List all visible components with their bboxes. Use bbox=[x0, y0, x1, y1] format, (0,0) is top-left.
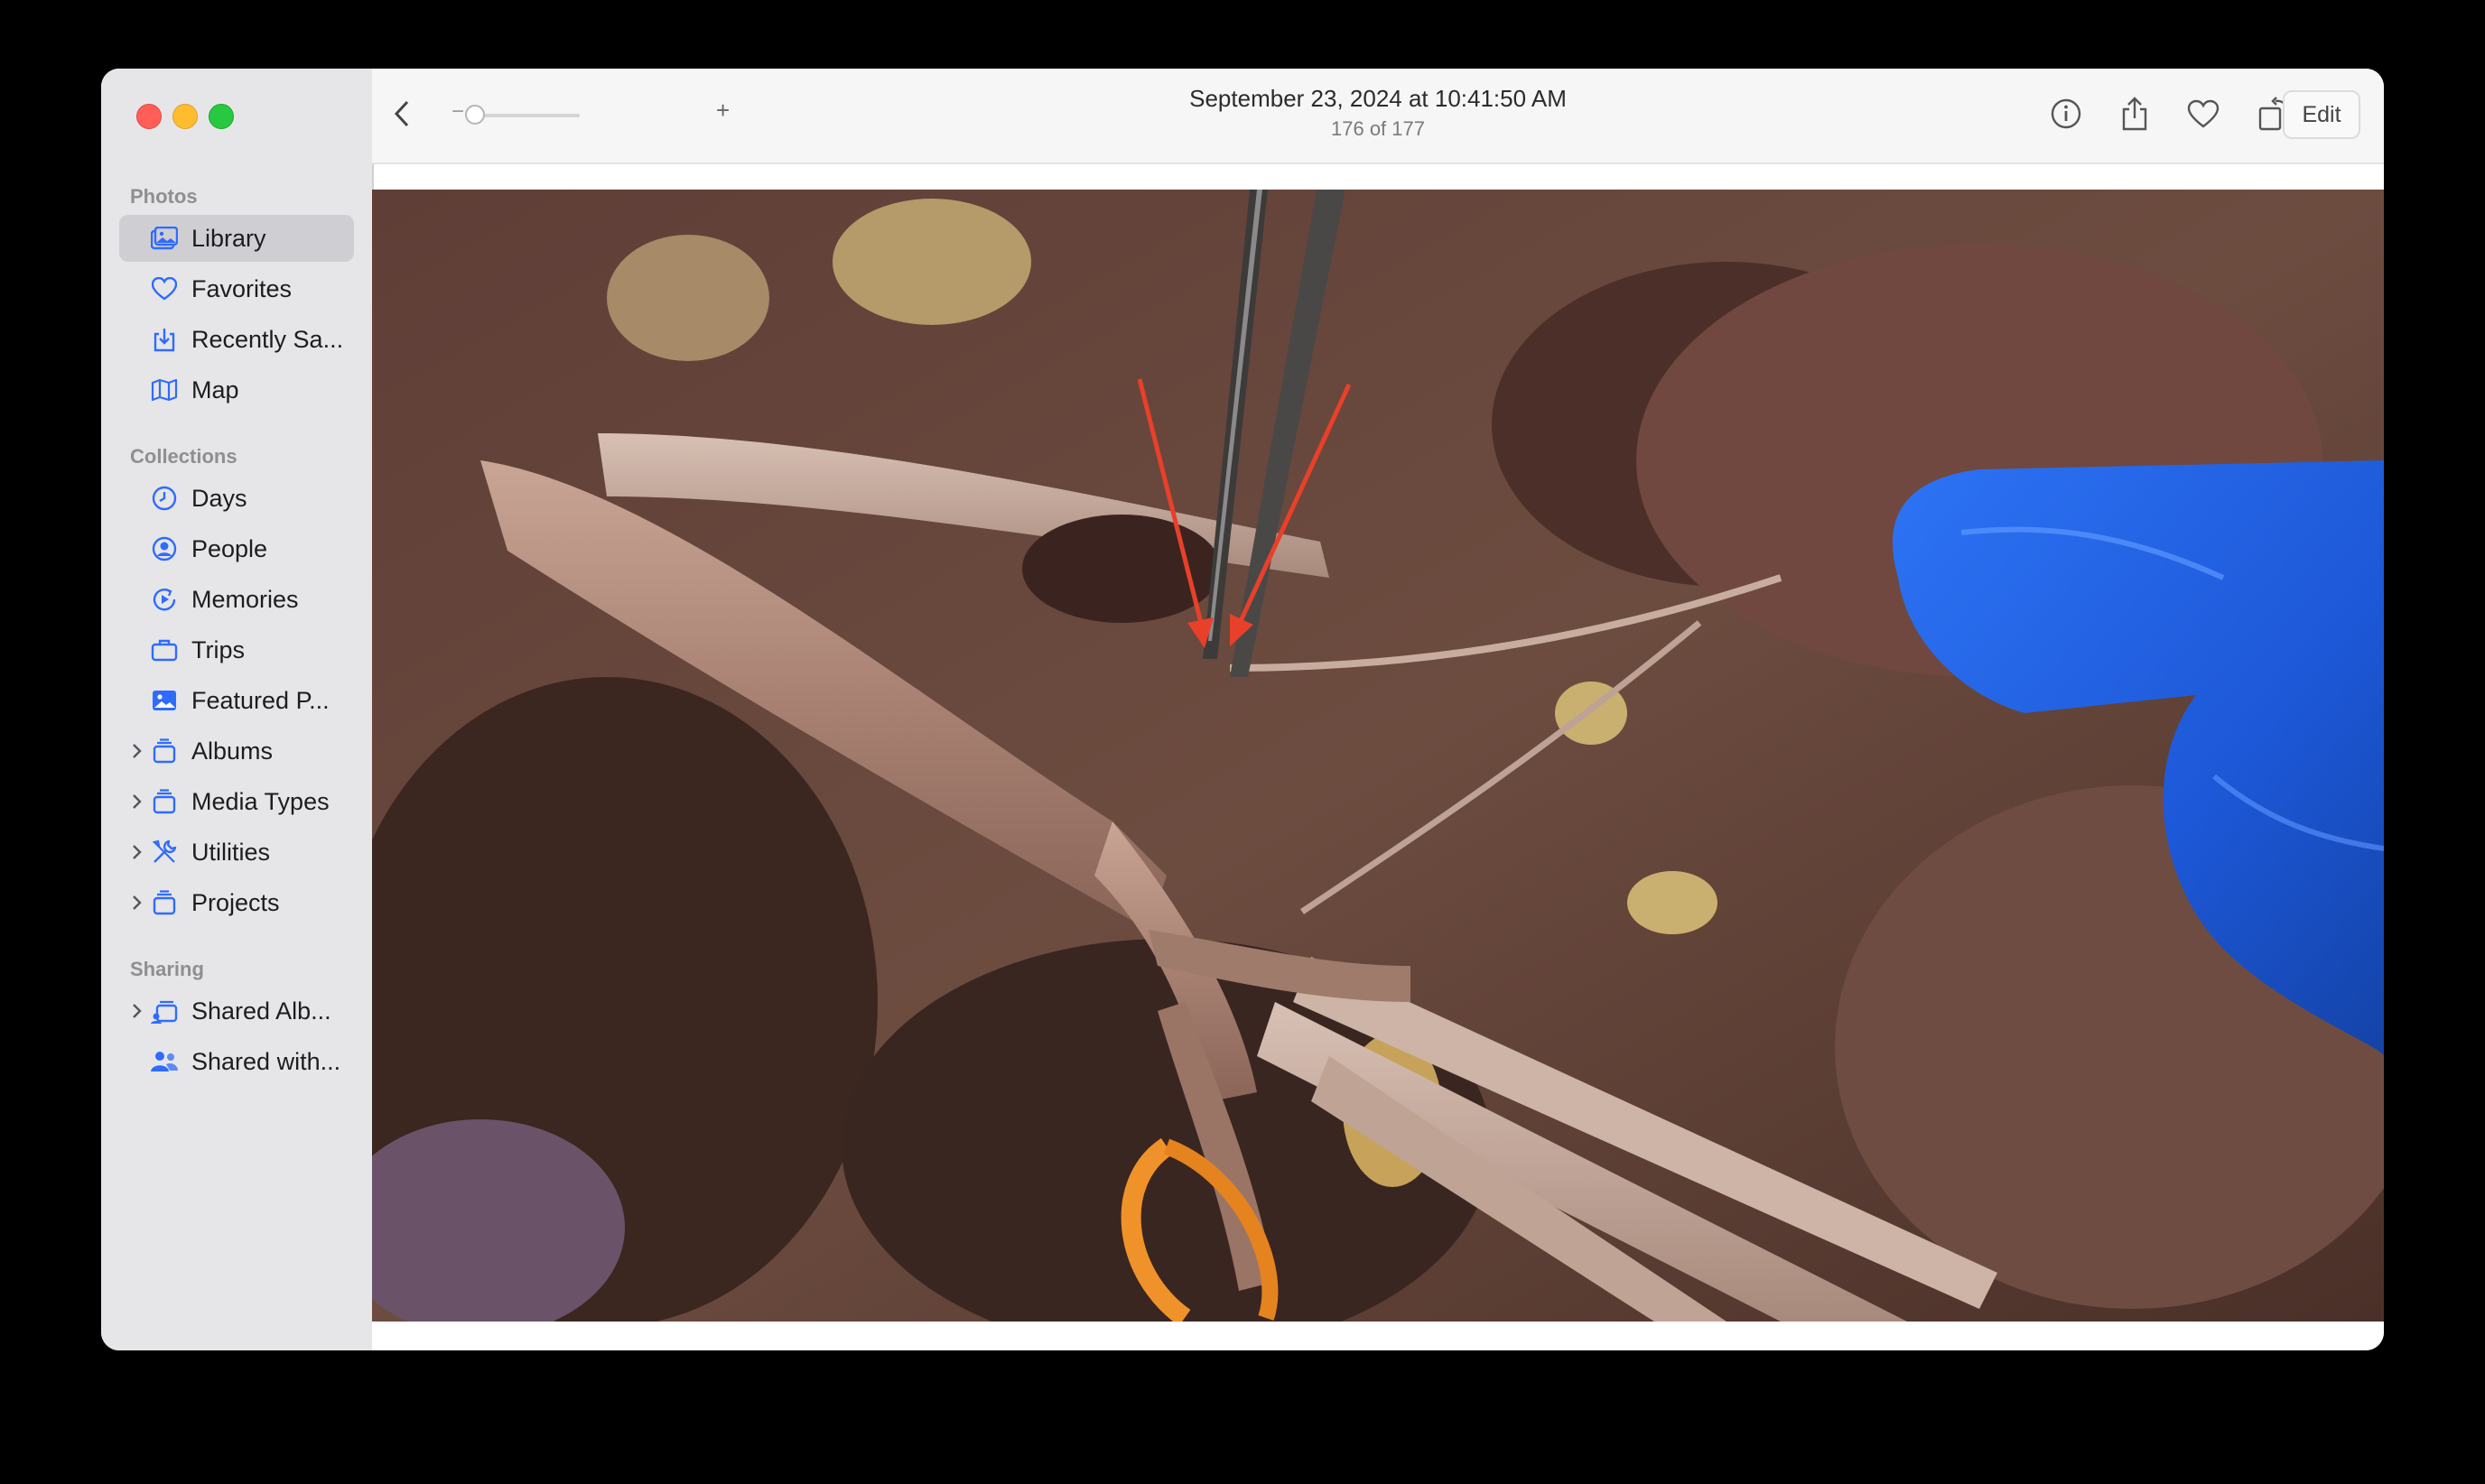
photo-viewer[interactable] bbox=[372, 190, 2384, 1322]
map-icon bbox=[150, 376, 179, 404]
sidebar-item-label: Favorites bbox=[191, 274, 293, 302]
chevron-right-icon[interactable] bbox=[128, 841, 146, 863]
sidebar-item-label: Memories bbox=[191, 585, 299, 613]
chevron-right-icon[interactable] bbox=[128, 740, 146, 762]
anatomy-dissection-photo bbox=[372, 190, 2384, 1322]
sidebar-item-label: Trips bbox=[191, 635, 245, 663]
sidebar-item-label: Map bbox=[191, 376, 239, 403]
section-header-sharing: Sharing bbox=[130, 958, 204, 980]
sidebar-item-label: Featured P... bbox=[191, 686, 330, 714]
sidebar-item-label: People bbox=[191, 534, 268, 562]
favorite-heart-icon[interactable] bbox=[2185, 96, 2221, 132]
sidebar-item-days[interactable]: Days bbox=[119, 475, 354, 522]
sidebar-item-memories[interactable]: Memories bbox=[119, 576, 354, 623]
sidebar-item-library[interactable]: Library bbox=[119, 215, 354, 262]
sidebar-item-label: Days bbox=[191, 484, 247, 512]
photo-bottom-margin bbox=[372, 1322, 2384, 1350]
chevron-right-icon[interactable] bbox=[128, 1000, 146, 1022]
sidebar-item-utilities[interactable]: Utilities bbox=[119, 829, 354, 876]
sidebar-item-label: Projects bbox=[191, 888, 280, 916]
maximize-window-button[interactable] bbox=[209, 104, 234, 129]
sidebar-item-label: Library bbox=[191, 224, 266, 252]
sidebar-item-label: Albums bbox=[191, 737, 274, 765]
shared-album-icon bbox=[150, 997, 179, 1025]
sidebar-item-shared-with-you[interactable]: Shared with... bbox=[119, 1038, 354, 1085]
sidebar-item-label: Utilities bbox=[191, 838, 271, 866]
sidebar-item-map[interactable]: Map bbox=[119, 366, 354, 413]
photos-window: Photos Library Favorites Recently Sa... … bbox=[101, 69, 2384, 1350]
chevron-right-icon[interactable] bbox=[128, 892, 146, 914]
stack-icon bbox=[150, 787, 179, 816]
edit-button[interactable]: Edit bbox=[2283, 90, 2360, 139]
minimize-window-button[interactable] bbox=[172, 104, 198, 129]
sidebar: Photos Library Favorites Recently Sa... … bbox=[101, 69, 374, 1350]
sidebar-item-label: Shared with... bbox=[191, 1047, 341, 1075]
sidebar-item-label: Recently Sa... bbox=[191, 325, 344, 353]
person-circle-icon bbox=[150, 534, 179, 563]
sidebar-item-label: Shared Alb... bbox=[191, 997, 331, 1025]
section-header-photos: Photos bbox=[130, 185, 198, 208]
tools-icon bbox=[150, 838, 179, 867]
toolbar: − + September 23, 2024 at 10:41:50 AM 17… bbox=[372, 69, 2384, 164]
featured-photo-icon bbox=[150, 686, 179, 715]
sidebar-item-recently-saved[interactable]: Recently Sa... bbox=[119, 316, 354, 363]
photo-library-icon bbox=[150, 224, 179, 253]
sidebar-item-label: Media Types bbox=[191, 787, 330, 815]
memories-icon bbox=[150, 585, 179, 614]
chevron-right-icon[interactable] bbox=[128, 791, 146, 812]
sidebar-item-trips[interactable]: Trips bbox=[119, 626, 354, 673]
sidebar-item-projects[interactable]: Projects bbox=[119, 879, 354, 926]
sidebar-item-people[interactable]: People bbox=[119, 525, 354, 572]
sidebar-item-featured-photos[interactable]: Featured P... bbox=[119, 677, 354, 724]
stack-icon bbox=[150, 737, 179, 765]
heart-icon bbox=[150, 274, 179, 303]
info-icon[interactable] bbox=[2048, 96, 2084, 132]
sidebar-item-albums[interactable]: Albums bbox=[119, 728, 354, 774]
sidebar-item-favorites[interactable]: Favorites bbox=[119, 265, 354, 312]
people-icon bbox=[150, 1047, 179, 1076]
stack-icon bbox=[150, 888, 179, 917]
close-window-button[interactable] bbox=[136, 104, 162, 129]
share-icon[interactable] bbox=[2117, 94, 2153, 134]
download-tray-icon bbox=[150, 325, 179, 354]
sidebar-item-media-types[interactable]: Media Types bbox=[119, 778, 354, 825]
clock-icon bbox=[150, 484, 179, 513]
suitcase-icon bbox=[150, 635, 179, 664]
sidebar-item-shared-albums[interactable]: Shared Alb... bbox=[119, 988, 354, 1034]
section-header-collections: Collections bbox=[130, 445, 237, 468]
